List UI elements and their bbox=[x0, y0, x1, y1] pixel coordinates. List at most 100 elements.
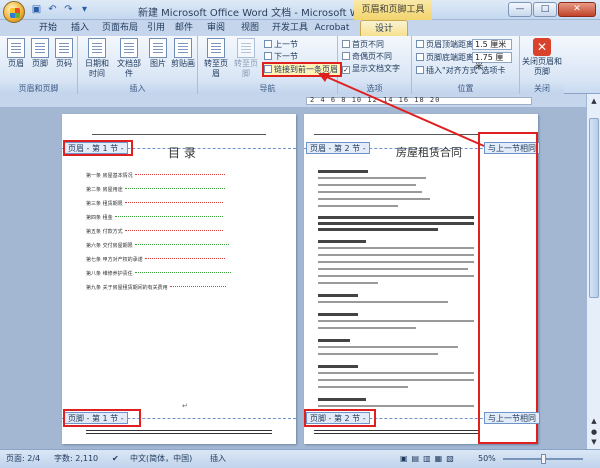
office-button[interactable] bbox=[3, 1, 25, 23]
group-label-close: 关闭 bbox=[520, 83, 564, 94]
tab-design[interactable]: 设计 bbox=[360, 20, 408, 36]
goto-header-button[interactable]: 转至页眉 bbox=[202, 38, 230, 79]
context-tab-group-label: 页眉和页脚工具 bbox=[354, 0, 432, 20]
header-section-2-tag: 页眉 - 第 2 节 - bbox=[306, 142, 370, 154]
picture-button[interactable]: 图片 bbox=[148, 38, 168, 69]
view-buttons[interactable]: ▣▤▥▦▧ bbox=[400, 450, 458, 468]
close-button[interactable]: ✕ bbox=[558, 2, 596, 17]
redo-icon[interactable]: ↷ bbox=[62, 3, 75, 16]
horizontal-ruler: 2 4 6 8 10 12 14 16 18 20 bbox=[0, 94, 600, 108]
vertical-scrollbar[interactable]: ▲ ▲ ● ▼ bbox=[586, 94, 600, 449]
goto-footer-icon bbox=[237, 38, 255, 58]
scroll-thumb[interactable] bbox=[589, 118, 599, 298]
previous-page-icon[interactable]: ▲ bbox=[589, 416, 599, 426]
group-label-header-footer: 页眉和页脚 bbox=[0, 83, 77, 94]
different-first-page-checkbox[interactable]: 首页不同 bbox=[342, 39, 384, 50]
language-indicator[interactable]: 中文(简体，中国) bbox=[130, 450, 192, 468]
word-count[interactable]: 字数: 2,110 bbox=[54, 450, 98, 468]
scroll-up-icon[interactable]: ▲ bbox=[589, 96, 599, 106]
quick-parts-button[interactable]: 文档部件 bbox=[114, 38, 144, 79]
insert-alignment-tab-button[interactable]: 插入"对齐方式"选项卡 bbox=[416, 65, 505, 76]
status-bar: 页面: 2/4 字数: 2,110 ✔ 中文(简体，中国) 插入 ▣▤▥▦▧ 5… bbox=[0, 449, 600, 468]
header-button[interactable]: 页眉 bbox=[6, 38, 26, 69]
maximize-button[interactable]: □ bbox=[533, 2, 557, 17]
group-label-insert: 插入 bbox=[78, 83, 197, 94]
ribbon: 页眉 页脚 页码 页眉和页脚 日期和时间 文档部件 图片 剪贴画 插入 转至页眉… bbox=[0, 36, 600, 94]
different-odd-even-checkbox[interactable]: 奇偶页不同 bbox=[342, 51, 392, 62]
header-from-top: 页眉顶端距离: bbox=[416, 39, 477, 50]
toc-entry[interactable]: 第三条 租赁期限 bbox=[86, 200, 223, 208]
goto-footer-button[interactable]: 转至页脚 bbox=[232, 38, 260, 79]
page-right[interactable]: 页眉 - 第 2 节 - 与上一节相同 房屋租赁合同 页脚 - 第 2 节 - … bbox=[304, 114, 540, 444]
next-section-button[interactable]: 下一节 bbox=[264, 51, 298, 62]
save-icon[interactable]: ▣ bbox=[30, 3, 43, 16]
toc-title: 目 录 bbox=[168, 146, 196, 160]
toc-entry[interactable]: 第五条 付款方式 bbox=[86, 228, 223, 236]
close-header-footer-button[interactable]: ✕ 关闭页眉和页脚 bbox=[522, 38, 562, 77]
group-close: ✕ 关闭页眉和页脚 关闭 bbox=[520, 36, 564, 94]
browse-object-icon[interactable]: ● bbox=[589, 427, 599, 437]
previous-section-button[interactable]: 上一节 bbox=[264, 39, 298, 50]
same-as-previous-highlight-box bbox=[478, 132, 538, 444]
date-time-button[interactable]: 日期和时间 bbox=[84, 38, 110, 79]
footer-position-icon bbox=[416, 53, 424, 61]
tab-review[interactable]: 审阅 bbox=[204, 20, 228, 36]
tab-insert[interactable]: 插入 bbox=[66, 20, 94, 36]
tab-mailings[interactable]: 邮件 bbox=[172, 20, 196, 36]
close-x-icon: ✕ bbox=[533, 38, 551, 56]
header-highlight-box bbox=[63, 140, 133, 156]
toc-entry[interactable]: 第六条 交付房屋期限 bbox=[86, 242, 229, 250]
page-indicator[interactable]: 页面: 2/4 bbox=[6, 450, 40, 468]
clip-art-button[interactable]: 剪贴画 bbox=[170, 38, 196, 69]
arrow-up-icon bbox=[264, 40, 272, 48]
footer-2-highlight-box bbox=[304, 409, 376, 427]
tab-page-layout[interactable]: 页面布局 bbox=[98, 20, 142, 36]
toc-entry[interactable]: 第七条 甲方对产权的承诺 bbox=[86, 256, 225, 264]
insert-mode-indicator[interactable]: 插入 bbox=[210, 450, 226, 468]
minimize-button[interactable]: — bbox=[508, 2, 532, 17]
footer-button[interactable]: 页脚 bbox=[30, 38, 50, 69]
tab-references[interactable]: 引用 bbox=[144, 20, 168, 36]
tab-acrobat[interactable]: Acrobat bbox=[314, 20, 350, 36]
page-number-icon bbox=[55, 38, 73, 58]
group-label-navigation: 导航 bbox=[198, 83, 337, 94]
page-left[interactable]: 页眉 - 第 1 节 - 目 录 第一条 房屋基本情况 第二条 房屋用途 第三条… bbox=[62, 114, 296, 444]
goto-header-icon bbox=[207, 38, 225, 58]
toc-entry[interactable]: 第八条 维修养护责任 bbox=[86, 270, 231, 278]
quick-parts-icon bbox=[120, 38, 138, 58]
footer-distance-input[interactable]: 1.75 厘米 bbox=[472, 52, 512, 71]
calendar-icon bbox=[88, 38, 106, 58]
footer-icon bbox=[31, 38, 49, 58]
header-position-icon bbox=[416, 40, 424, 48]
zoom-level[interactable]: 50% bbox=[478, 450, 496, 468]
toc-entry[interactable]: 第四条 租金 bbox=[86, 214, 223, 222]
header-distance-input[interactable]: 1.5 厘米 bbox=[472, 39, 512, 50]
toc-entry[interactable]: 第九条 关于房屋租赁期间的有关费用 bbox=[86, 284, 226, 292]
group-label-position: 位置 bbox=[412, 83, 519, 94]
align-tab-icon bbox=[416, 66, 424, 74]
page-number-button[interactable]: 页码 bbox=[54, 38, 74, 69]
ruler-numbers: 2 4 6 8 10 12 14 16 18 20 bbox=[310, 96, 441, 104]
customize-icon[interactable]: ▾ bbox=[78, 3, 91, 16]
proofing-icon[interactable]: ✔ bbox=[112, 450, 119, 468]
zoom-slider[interactable] bbox=[503, 454, 583, 464]
footer-highlight-box bbox=[63, 409, 141, 427]
toc-entry[interactable]: 第一条 房屋基本情况 bbox=[86, 172, 225, 180]
document-area[interactable]: 页眉 - 第 1 节 - 目 录 第一条 房屋基本情况 第二条 房屋用途 第三条… bbox=[0, 108, 586, 449]
checkbox-unchecked-icon bbox=[342, 40, 350, 48]
group-options: 首页不同 奇偶页不同 ✓ 显示文档文字 选项 bbox=[338, 36, 412, 94]
group-label-options: 选项 bbox=[338, 83, 411, 94]
show-document-text-checkbox[interactable]: ✓ 显示文档文字 bbox=[342, 63, 400, 74]
group-header-footer: 页眉 页脚 页码 页眉和页脚 bbox=[0, 36, 78, 94]
tab-developer[interactable]: 开发工具 bbox=[270, 20, 310, 36]
link-to-previous-button[interactable]: 链接到前一条页眉 bbox=[262, 62, 342, 77]
undo-icon[interactable]: ↶ bbox=[46, 3, 59, 16]
group-position: 页眉顶端距离: 1.5 厘米 页脚底端距离: 1.75 厘米 插入"对齐方式"选… bbox=[412, 36, 520, 94]
tab-view[interactable]: 视图 bbox=[238, 20, 262, 36]
same-as-previous-footer-tag: 与上一节相同 bbox=[484, 412, 540, 424]
header-icon bbox=[7, 38, 25, 58]
next-page-icon[interactable]: ▼ bbox=[589, 437, 599, 447]
zoom-slider-thumb[interactable] bbox=[541, 454, 546, 464]
tab-home[interactable]: 开始 bbox=[34, 20, 62, 36]
toc-entry[interactable]: 第二条 房屋用途 bbox=[86, 186, 225, 194]
